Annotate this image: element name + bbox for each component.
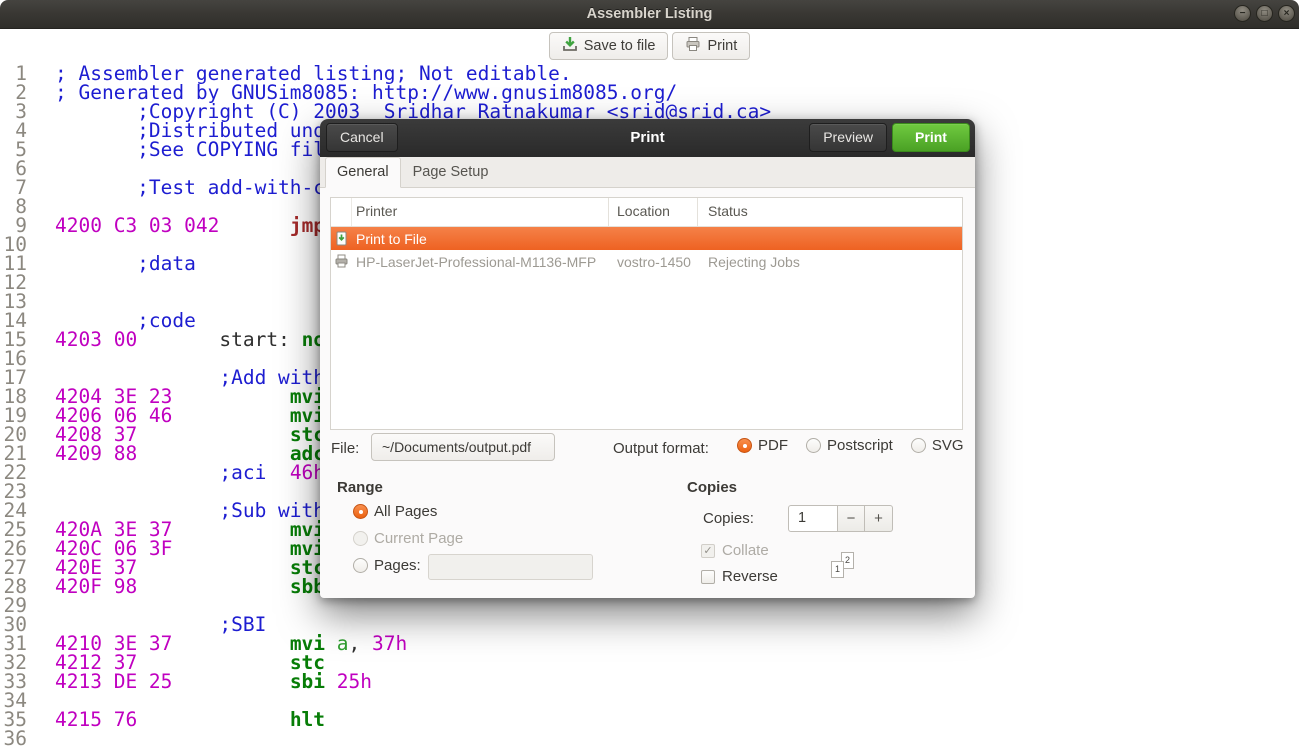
reverse-label: Reverse [722,568,778,585]
copies-decrement-button[interactable]: − [838,505,865,532]
line-number: 36 [0,729,27,748]
print-button[interactable]: Print [892,123,970,152]
range-radio-all-pages[interactable]: All Pages [353,503,463,520]
printer-column-header[interactable]: Printer [352,198,609,226]
icon-column-header [331,198,352,226]
reverse-checkbox-icon [701,570,715,584]
minimize-button[interactable]: − [1234,5,1251,22]
save-icon [562,36,578,56]
printer-row[interactable]: Print to File [331,227,962,250]
printer-icon [331,254,352,269]
collate-preview-icon: 2 1 [831,552,859,580]
dialog-tabs: GeneralPage Setup [320,157,975,188]
range-section-title: Range [337,479,383,496]
format-radio-svg[interactable]: SVG [911,437,964,454]
printer-name: Print to File [352,231,609,247]
format-radios: PDF Postscript SVG [737,437,964,454]
printer-table-header: Printer Location Status [331,198,962,227]
pages-input[interactable] [428,554,593,580]
print-to-file-icon [331,231,352,246]
printer-location: vostro-1450 [609,254,698,270]
code-line: 354215 76 hlt [0,710,1299,729]
format-radio-postscript[interactable]: Postscript [806,437,893,454]
print-dialog: Cancel Print Preview Print GeneralPage S… [320,119,975,598]
printer-status: Rejecting Jobs [698,254,962,270]
collate-checkbox-icon: ✓ [701,544,715,558]
close-button[interactable]: × [1278,5,1295,22]
radio-icon [353,504,368,519]
dialog-headerbar: Cancel Print Preview Print [320,119,975,158]
radio-icon [353,558,368,573]
output-format-label: Output format: [613,440,709,457]
range-radio-current-page: Current Page [353,530,463,547]
range-radio-label: All Pages [374,503,437,520]
titlebar: Assembler Listing −□ × [0,0,1299,29]
location-column-header[interactable]: Location [609,198,698,226]
code-line: 334213 DE 25 sbi 25h [0,672,1299,691]
copies-increment-button[interactable]: + [865,505,893,532]
tab-page-setup[interactable]: Page Setup [401,157,501,187]
printer-table[interactable]: Printer Location Status Print to File HP-… [330,197,963,430]
printer-table-body: Print to File HP-LaserJet-Professional-M1… [331,227,962,273]
copies-input[interactable]: 1 [788,505,838,532]
format-radio-pdf[interactable]: PDF [737,437,788,454]
status-column-header[interactable]: Status [698,198,962,226]
format-radio-label: PDF [758,437,788,454]
window-controls: −□ × [1234,5,1295,22]
range-radio-label: Current Page [374,530,463,547]
code-line: 36 [0,729,1299,748]
radio-icon [806,438,821,453]
copies-spinner: 1 − + [788,505,893,532]
collate-checkbox: ✓ Collate [701,542,769,559]
radio-icon [353,531,368,546]
print-toolbar-button[interactable]: Print [672,32,750,60]
printer-name: HP-LaserJet-Professional-M1136-MFP [352,254,609,270]
toolbar: Save to file Print [0,28,1299,64]
maximize-button[interactable]: □ [1256,5,1273,22]
format-radio-label: SVG [932,437,964,454]
print-button-label: Print [707,38,737,54]
save-button-label: Save to file [584,38,656,54]
tab-general[interactable]: General [325,157,401,188]
collate-page-1: 1 [831,561,844,578]
save-to-file-button[interactable]: Save to file [549,32,669,60]
printer-icon [685,36,701,56]
window-title: Assembler Listing [0,0,1299,28]
file-label: File: [331,440,359,457]
range-radio-label: Pages: [374,557,421,574]
collate-label: Collate [722,542,769,559]
reverse-checkbox[interactable]: Reverse [701,568,778,585]
preview-button[interactable]: Preview [809,123,887,152]
copies-section-title: Copies [687,479,737,496]
format-radio-label: Postscript [827,437,893,454]
file-button[interactable]: ~/Documents/output.pdf [371,433,555,461]
copies-label: Copies: [703,510,754,527]
radio-icon [737,438,752,453]
printer-row[interactable]: HP-LaserJet-Professional-M1136-MFPvostro… [331,250,962,273]
radio-icon [911,438,926,453]
